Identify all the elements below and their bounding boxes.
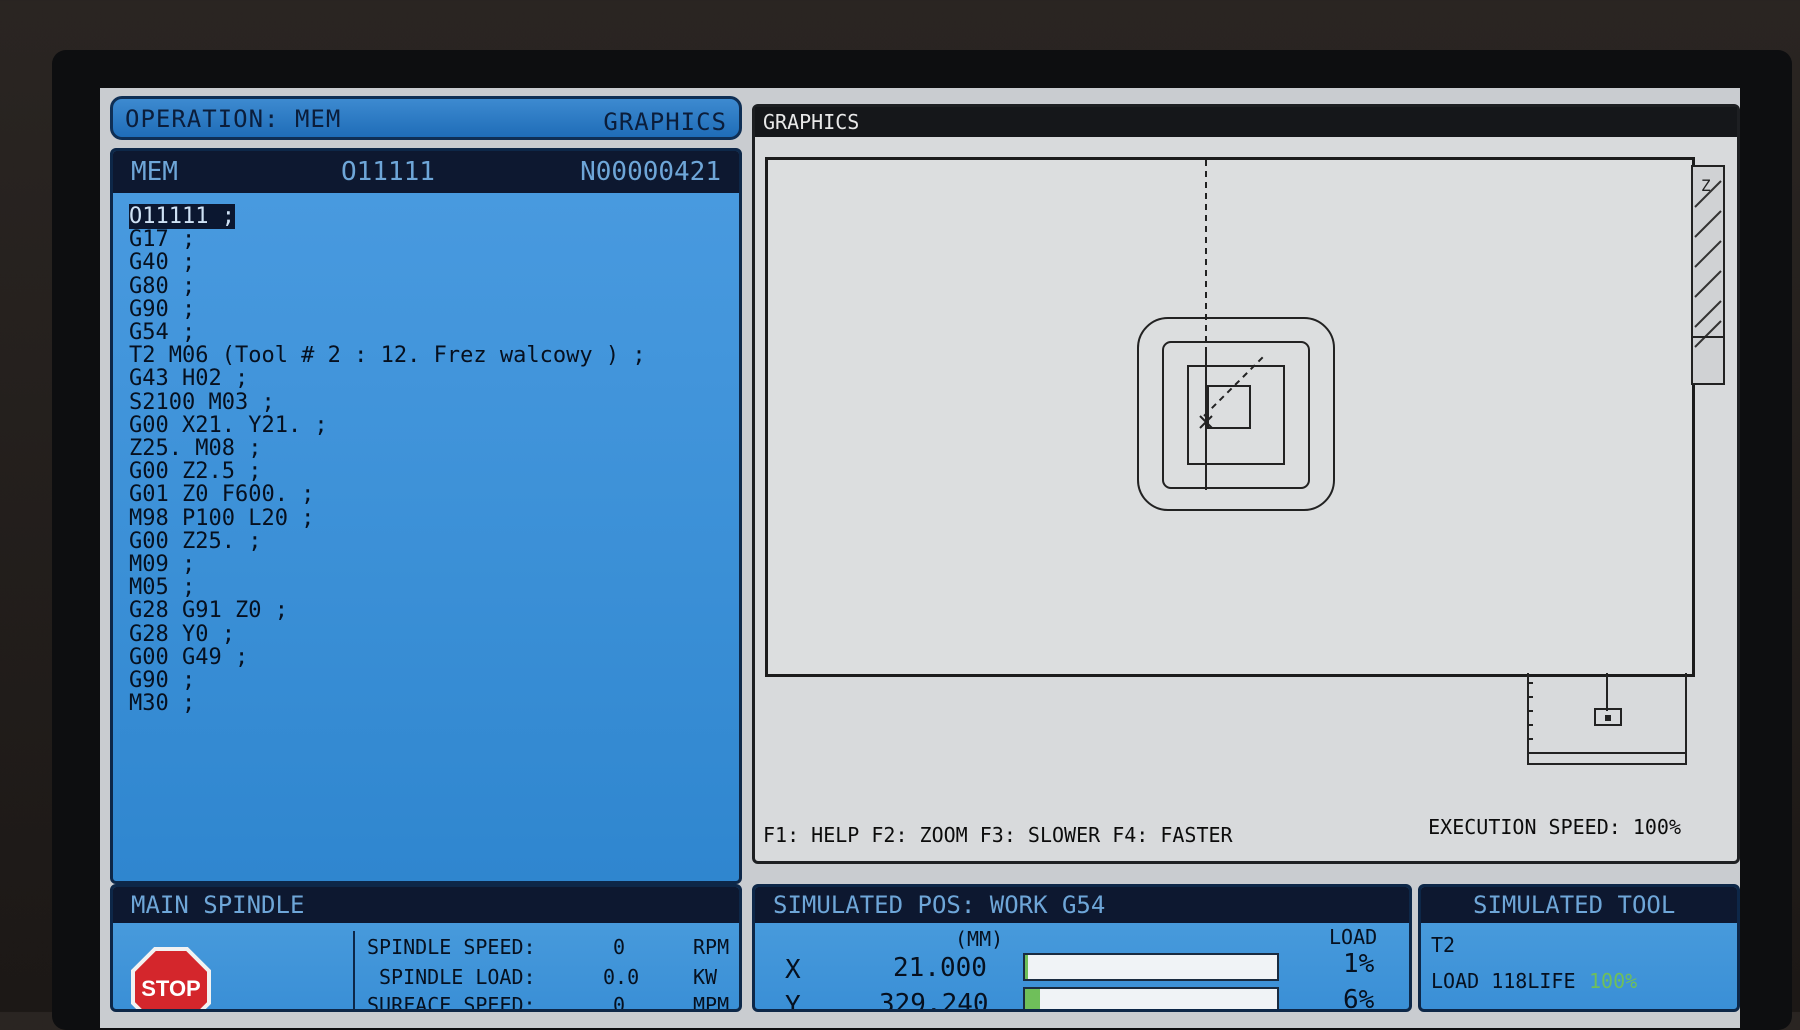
axis-y-value: 329.240 [879,989,989,1012]
spindle-speed-unit: RPM [693,935,730,959]
tool-life-value: 100% [1589,969,1638,993]
program-line[interactable]: S2100 M03 ; [129,390,646,414]
program-listing[interactable]: O11111 ; G17 ; G40 ; G80 ; G90 ; G54 ; T2 M06 … [129,204,646,715]
stop-sign-icon: STOP [131,947,211,1009]
hatch-lines [1694,180,1722,348]
surface-speed-value: 0 [613,993,626,1012]
program-mode: MEM [131,157,178,187]
simulated-tool-title: SIMULATED TOOL [1473,891,1676,919]
mini-side-view [1527,673,1687,765]
graphics-title-bar: GRAPHICS [755,107,1737,137]
program-line[interactable]: G90 ; [129,298,646,321]
load-header: LOAD [1329,925,1378,949]
simulated-tool-header: SIMULATED TOOL [1421,887,1737,923]
tool-load-life-label: LOAD 118LIFE [1431,969,1576,993]
toolpath-drawing [1137,160,1335,511]
z-axis-indicator: Z [1691,165,1725,385]
program-panel: MEM O11111 N00000421 O11111 ; G17 ; G40 ; G… [110,148,742,884]
program-line[interactable]: M30 ; [129,692,646,715]
block-number: N00000421 [580,157,721,187]
program-header: MEM O11111 N00000421 [113,151,739,193]
program-line[interactable]: G00 Z2.5 ; [129,460,646,483]
axis-y-load-bar [1023,987,1279,1009]
axis-x-load-bar [1023,953,1279,981]
main-spindle-header: MAIN SPINDLE [113,887,739,923]
toolpath-outer [1137,317,1335,511]
axis-x-load-value: 1% [1343,949,1375,979]
main-spindle-title: MAIN SPINDLE [131,891,305,919]
program-line[interactable]: O11111 ; [129,204,646,229]
axis-y-label: Y [785,991,801,1012]
z-axis-hatching: Z [1693,176,1723,348]
program-line[interactable]: G40 ; [129,251,646,274]
spindle-speed-value: 0 [613,935,626,959]
axis-x-load-fill [1025,955,1028,979]
program-line[interactable]: M05 ; [129,576,646,599]
program-number: O11111 [341,157,435,187]
tool-number: T2 [1431,933,1456,957]
program-line[interactable]: G00 Z25. ; [129,530,646,553]
program-line[interactable]: G01 Z0 F600. ; [129,483,646,506]
program-line[interactable]: M98 P100 L20 ; [129,506,646,530]
units-label: (MM) [955,927,1004,951]
graphics-title: GRAPHICS [763,110,860,134]
display-mode-label: GRAPHICS [603,108,727,136]
axis-x-value: 21.000 [893,953,987,983]
simulated-position-title: SIMULATED POS: WORK G54 [773,891,1106,919]
axis-y-load-fill [1025,989,1041,1009]
program-line[interactable]: M09 ; [129,553,646,576]
function-key-help: F1: HELP F2: ZOOM F3: SLOWER F4: FASTER [763,823,1233,847]
program-line[interactable]: G43 H02 ; [129,367,646,390]
axis-x-label: X [785,955,801,985]
program-line[interactable]: G90 ; [129,669,646,692]
current-line-highlight: O11111 ; [129,204,235,229]
operation-bar: OPERATION: MEM GRAPHICS [110,96,742,140]
main-spindle-panel: MAIN SPINDLE STOP SPINDLE SPEED: 0 RPM S… [110,884,742,1012]
program-line[interactable]: Z25. M08 ; [129,437,646,460]
spindle-load-label: SPINDLE LOAD: [379,965,536,989]
surface-speed-unit: MPM [693,993,730,1012]
spindle-speed-label: SPINDLE SPEED: [367,935,536,959]
operation-mode-label: OPERATION: MEM [125,105,342,133]
simulated-tool-panel: SIMULATED TOOL T2 LOAD 118LIFE 100% [1418,884,1740,1012]
mini-scale-ticks [1529,682,1533,740]
graphics-view[interactable] [765,157,1695,677]
surface-speed-label: SURFACE SPEED: [367,993,536,1012]
execution-speed: EXECUTION SPEED: 100% [1428,815,1681,839]
stop-sign-label: STOP [141,976,201,1001]
axis-y-load-value: 6% [1343,985,1375,1012]
mini-view-drawing [1529,673,1685,754]
spindle-divider [353,931,355,1009]
program-line[interactable]: G54 ; [129,321,646,344]
program-line[interactable]: G80 ; [129,274,646,298]
graphics-panel: GRAPHICS Z F1: HELP F2: ZOOM F3: SLOWER … [752,104,1740,864]
program-line[interactable]: G00 G49 ; [129,646,646,669]
spindle-load-unit: KW [693,965,718,989]
program-line[interactable]: G28 Y0 ; [129,622,646,646]
simulated-position-header: SIMULATED POS: WORK G54 [755,887,1409,923]
program-line[interactable]: T2 M06 (Tool # 2 : 12. Frez walcowy ) ; [129,344,646,367]
program-line[interactable]: G28 G91 Z0 ; [129,599,646,622]
simulated-position-panel: SIMULATED POS: WORK G54 (MM) LOAD X 21.0… [752,884,1412,1012]
spindle-load-value: 0.0 [603,965,640,989]
program-line[interactable]: G17 ; [129,228,646,251]
toolpath-inner [1187,365,1285,465]
program-line[interactable]: G00 X21. Y21. ; [129,414,646,437]
toolpath-middle [1162,341,1310,489]
mini-tool-point [1605,715,1611,721]
